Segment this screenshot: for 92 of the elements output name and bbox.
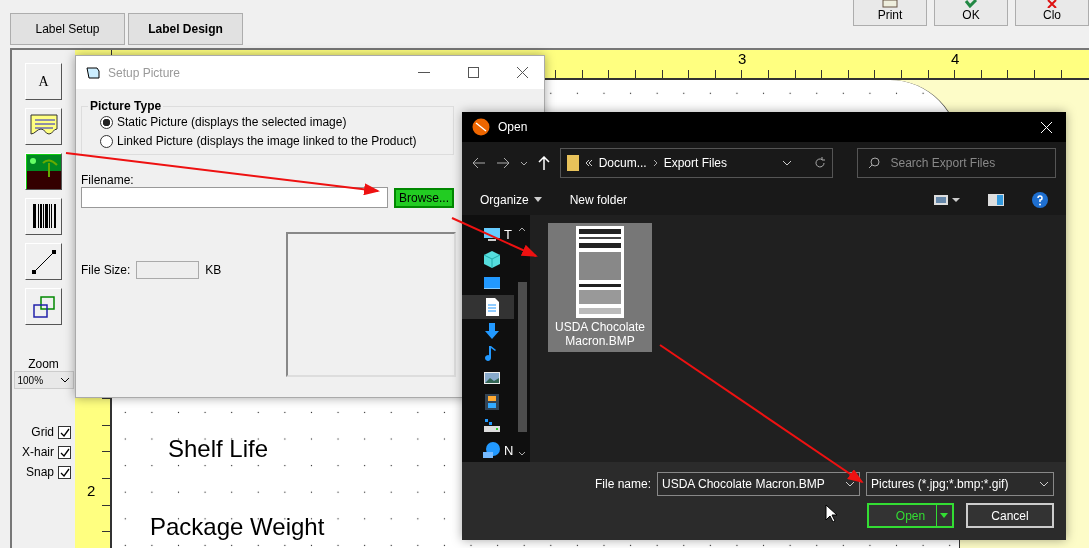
tab[interactable]: Label Setup bbox=[10, 13, 125, 45]
print-button[interactable]: Print bbox=[853, 0, 927, 26]
address-bar[interactable]: Docum... Export Files bbox=[559, 148, 834, 178]
checkbox[interactable] bbox=[58, 425, 71, 439]
file-type-select[interactable]: Pictures (*.jpg;*.bmp;*.gif) bbox=[866, 472, 1054, 496]
scrollbar-thumb[interactable] bbox=[517, 282, 527, 432]
file-name-field[interactable]: USDA Chocolate Macron.BMP bbox=[657, 472, 860, 496]
help-icon[interactable] bbox=[1032, 191, 1048, 208]
breadcrumb[interactable]: Docum... bbox=[598, 156, 647, 170]
back-arrow-icon[interactable] bbox=[472, 157, 486, 169]
file-tile[interactable]: USDA Chocolate Macron.BMP bbox=[548, 223, 652, 352]
search-field[interactable]: Search Export Files bbox=[857, 148, 1057, 178]
ruler-number: 4 bbox=[951, 50, 960, 67]
ruler-number: 2 bbox=[87, 482, 96, 499]
chevron-down-icon bbox=[1039, 481, 1049, 487]
scroll-down-icon[interactable] bbox=[518, 451, 526, 456]
scroll-up-icon[interactable] bbox=[518, 227, 526, 232]
option-label: Snap bbox=[25, 465, 54, 479]
file-size-label: File Size: bbox=[81, 263, 131, 277]
radio-label: Linked Picture (displays the image linked to the Product) bbox=[117, 134, 417, 148]
ruler-number: 3 bbox=[738, 50, 747, 67]
file-size-field bbox=[136, 261, 200, 279]
radio-label: Static Picture (displays the selected image) bbox=[117, 115, 347, 129]
open-button[interactable]: Open bbox=[867, 503, 954, 528]
maximize-icon bbox=[468, 67, 479, 78]
cancel-button[interactable]: Cancel bbox=[966, 503, 1054, 528]
mouse-pointer-icon bbox=[825, 504, 837, 522]
filename-label: Filename: bbox=[81, 173, 134, 187]
tool-button[interactable] bbox=[25, 243, 62, 280]
tab[interactable]: Label Design bbox=[128, 13, 243, 45]
tool-button[interactable] bbox=[25, 108, 62, 145]
up-arrow-icon[interactable] bbox=[537, 156, 550, 170]
zoom-select[interactable]: 100% bbox=[13, 371, 74, 389]
tool-button[interactable]: A bbox=[25, 63, 62, 100]
film-icon bbox=[482, 392, 502, 413]
ok-button[interactable]: OK bbox=[934, 0, 1008, 26]
search-placeholder: Search Export Files bbox=[890, 156, 996, 170]
folder-icon bbox=[566, 155, 579, 171]
view-icon[interactable] bbox=[934, 194, 960, 205]
nav-item[interactable]: N bbox=[462, 438, 514, 463]
radio-button[interactable] bbox=[100, 134, 113, 148]
radio-button[interactable] bbox=[100, 115, 113, 129]
line-icon bbox=[30, 248, 57, 275]
check-icon bbox=[964, 0, 978, 8]
option-label: Grid bbox=[31, 425, 54, 439]
file-name: USDA Chocolate Macron.BMP bbox=[553, 320, 646, 348]
download-icon bbox=[482, 320, 502, 341]
tool-button[interactable] bbox=[25, 198, 62, 235]
breadcrumb-chevron-icon bbox=[652, 159, 658, 167]
chevron-down-icon bbox=[845, 481, 855, 487]
close-icon[interactable] bbox=[1041, 121, 1052, 133]
breadcrumb[interactable]: Export Files bbox=[663, 156, 727, 170]
organize-menu[interactable]: Organize bbox=[480, 192, 542, 207]
browse-button[interactable]: Browse... bbox=[394, 187, 454, 208]
forward-arrow-icon[interactable] bbox=[495, 157, 510, 169]
checkbox[interactable] bbox=[58, 445, 71, 459]
overlapping-squares-icon bbox=[31, 294, 56, 319]
label-field[interactable]: Shelf Life bbox=[168, 435, 269, 463]
group-title: Picture Type bbox=[89, 99, 163, 113]
caret-icon bbox=[533, 197, 542, 202]
new-folder-button[interactable]: New folder bbox=[569, 192, 628, 207]
x-mark-icon bbox=[1046, 0, 1058, 8]
minimize-icon bbox=[418, 71, 430, 74]
search-icon bbox=[868, 157, 881, 169]
chevron-down-icon bbox=[59, 377, 70, 383]
filename-field[interactable] bbox=[81, 187, 388, 208]
nav-item[interactable]: T bbox=[462, 223, 514, 247]
nav-label: T bbox=[504, 227, 512, 243]
zoom-label: Zoom bbox=[28, 357, 59, 371]
network-icon bbox=[482, 440, 502, 461]
close-button[interactable]: Clo bbox=[1015, 0, 1089, 26]
label-field[interactable]: Package Weight bbox=[150, 513, 325, 541]
file-name-label: File name: bbox=[594, 477, 651, 491]
window-title: Setup Picture bbox=[108, 65, 181, 80]
nav-label: N bbox=[504, 442, 514, 458]
nav-item[interactable] bbox=[462, 294, 514, 319]
cube-icon bbox=[482, 248, 502, 269]
dialog-title: Open bbox=[498, 120, 528, 134]
tool-button[interactable] bbox=[25, 153, 62, 190]
printer-icon bbox=[881, 0, 899, 8]
close-icon bbox=[517, 67, 528, 78]
app-icon bbox=[472, 118, 490, 136]
double-chevron-icon bbox=[584, 159, 593, 167]
refresh-icon[interactable] bbox=[814, 157, 827, 169]
chevron-down-icon bbox=[782, 160, 793, 166]
chevron-down-icon[interactable] bbox=[519, 160, 528, 166]
tool-button[interactable] bbox=[25, 288, 62, 325]
unit-label: KB bbox=[205, 263, 222, 277]
option-label: X-hair bbox=[22, 445, 54, 459]
preview-pane-icon[interactable] bbox=[988, 193, 1004, 206]
landscape-icon bbox=[26, 154, 61, 189]
checkbox[interactable] bbox=[58, 465, 71, 479]
